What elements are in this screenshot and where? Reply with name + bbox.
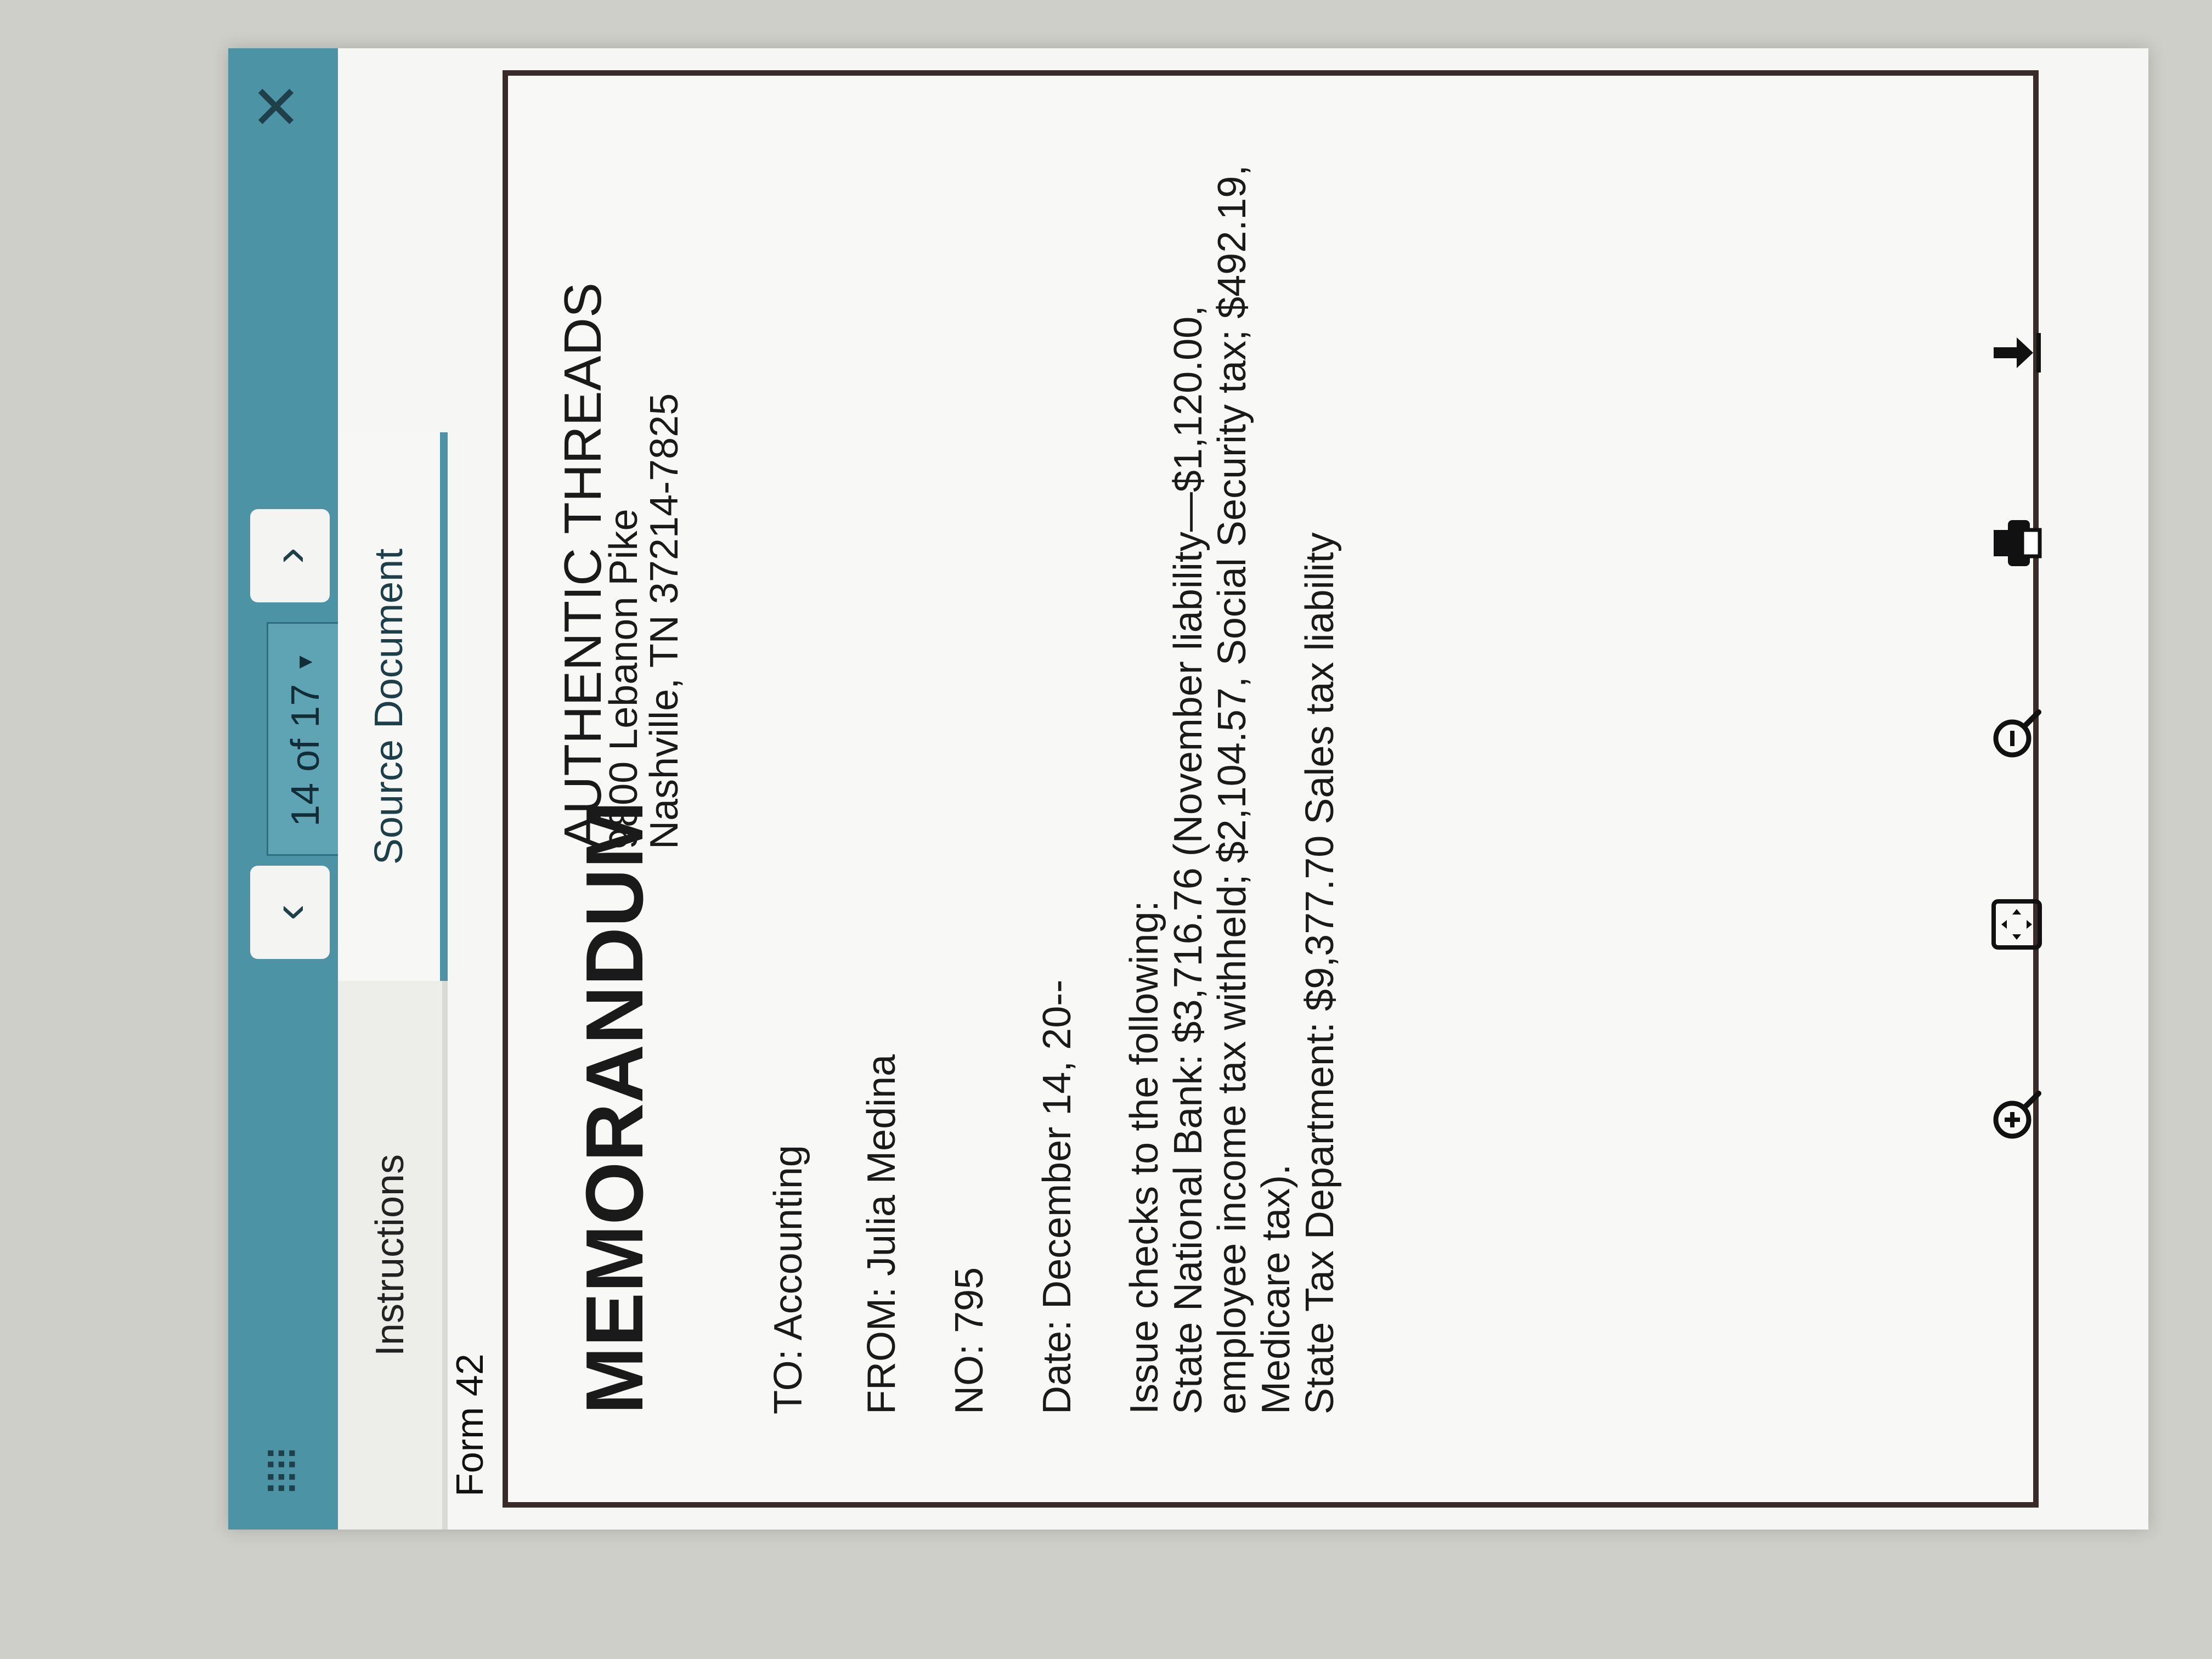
chevron-right-icon: ›: [262, 548, 317, 564]
print-button[interactable]: [1987, 514, 2047, 574]
form-label: Form 42: [448, 1353, 491, 1497]
memo-document: MEMORANDUM AUTHENTIC THREADS 9800 Lebano…: [503, 70, 2039, 1508]
tab-label: Source Document: [367, 548, 411, 865]
memo-to: TO: Accounting: [766, 1145, 810, 1414]
memo-number: NO: 795: [947, 1267, 991, 1414]
next-page-button[interactable]: ›: [250, 509, 330, 602]
zoom-out-button[interactable]: [1987, 704, 2047, 764]
tab-label: Instructions: [368, 1154, 412, 1357]
fit-screen-button[interactable]: [1987, 895, 2047, 955]
drag-grip-icon[interactable]: ⠿⠿: [262, 1449, 307, 1497]
document-toolbar: [1973, 323, 2061, 1146]
memo-from: FROM: Julia Medina: [860, 1054, 904, 1414]
chevron-left-icon: ‹: [262, 904, 317, 921]
zoom-in-button[interactable]: [1987, 1085, 2047, 1146]
zoom-in-icon: [1993, 1091, 2041, 1139]
download-button[interactable]: [1987, 323, 2047, 383]
memo-body-line: Issue checks to the following:: [1122, 900, 1166, 1415]
memo-body-line: State National Bank: $3,716.76 (November…: [1166, 165, 1298, 1414]
download-icon: [1994, 333, 2041, 373]
memo-date: Date: December 14, 20--: [1035, 979, 1079, 1414]
memo-title: MEMORANDUM: [569, 800, 660, 1414]
page-selector[interactable]: 14 of 17 ▼: [267, 622, 344, 856]
tab-bar: Instructions Source Document: [338, 48, 448, 1530]
page-indicator: 14 of 17: [283, 684, 328, 827]
fit-screen-icon: [1991, 899, 2042, 950]
caret-down-icon: ▼: [293, 651, 317, 673]
zoom-out-icon: [1993, 709, 2041, 758]
tab-instructions[interactable]: Instructions: [338, 981, 448, 1530]
company-block: AUTHENTIC THREADS 9800 Lebanon Pike Nash…: [554, 283, 686, 849]
company-address-line2: Nashville, TN 37214-7825: [642, 393, 686, 849]
tab-source-document[interactable]: Source Document: [338, 432, 448, 981]
panel-titlebar[interactable]: ⠿⠿ ‹ 14 of 17 ▼ › ✕: [228, 48, 344, 1530]
company-name: AUTHENTIC THREADS: [554, 283, 612, 849]
memo-body: Issue checks to the following: State Nat…: [1122, 153, 1342, 1414]
close-icon[interactable]: ✕: [244, 81, 311, 132]
print-icon: [1994, 520, 2042, 567]
source-document-panel: ⠿⠿ ‹ 14 of 17 ▼ › ✕ Instructions Source …: [228, 48, 2148, 1530]
memo-body-line: State Tax Department: $9,377.70 Sales ta…: [1298, 532, 1342, 1414]
previous-page-button[interactable]: ‹: [250, 866, 330, 959]
